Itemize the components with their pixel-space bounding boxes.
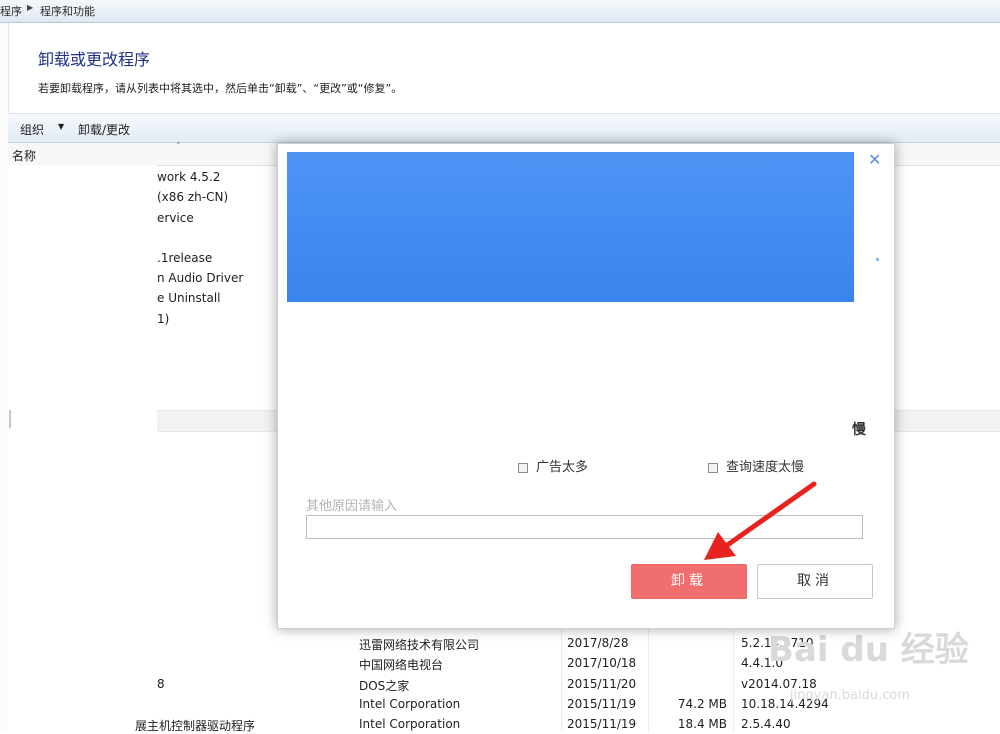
list-left-area — [8, 165, 157, 732]
baidu-watermark-logo: Bai du 经验 — [768, 630, 969, 670]
reason-too-many-ads[interactable]: 广告太多 — [518, 456, 588, 475]
address-bar[interactable]: 程序 ▶ 程序和功能 — [0, 0, 1000, 23]
baidu-watermark-url: jingyan.baidu.com — [790, 688, 910, 703]
banner-dot — [876, 258, 879, 261]
row-install-date: 2017/10/18 — [567, 656, 637, 670]
row-publisher: 迅雷网络技术有限公司 — [359, 638, 480, 652]
cancel-button[interactable]: 取消 — [757, 564, 873, 599]
page-description: 若要卸载程序，请从列表中将其选中，然后单击“卸载”、“更改”或“修复”。 — [38, 82, 403, 95]
command-bar: 组织 ▼ 卸载/更改 — [8, 113, 1000, 143]
breadcrumb-programs[interactable]: 程序 — [0, 3, 22, 19]
row-publisher: Intel Corporation — [359, 717, 461, 731]
reason-label: 广告太多 — [536, 460, 589, 475]
page-title: 卸载或更改程序 — [38, 50, 151, 69]
reason-query-too-slow[interactable]: 查询速度太慢 — [708, 456, 804, 475]
row-publisher: DOS之家 — [359, 679, 410, 693]
list-item-partial[interactable]: .1release — [157, 251, 212, 265]
row-publisher: 中国网络电视台 — [359, 658, 444, 672]
uninstall-feedback-dialog: ✕ 慢 广告太多 查询速度太慢 其他原因请输入 卸载 取消 — [277, 143, 895, 629]
checkbox[interactable] — [708, 462, 718, 473]
other-reason-input[interactable] — [306, 515, 863, 539]
organize-menu-button[interactable]: 组织 — [20, 121, 44, 138]
row-publisher: Intel Corporation — [359, 697, 461, 711]
row-version: 2.5.4.40 — [741, 717, 791, 731]
reason-label: 查询速度太慢 — [726, 460, 805, 475]
reason-partial-text: 慢 — [852, 422, 866, 438]
row-install-date: 2015/11/19 — [567, 717, 637, 731]
chevron-down-icon[interactable]: ▼ — [58, 122, 64, 131]
breadcrumb-separator-icon: ▶ — [27, 3, 34, 12]
uninstall-button[interactable]: 卸载 — [631, 564, 747, 599]
uninstall-change-button[interactable]: 卸载/更改 — [78, 121, 130, 138]
checkbox[interactable] — [518, 462, 528, 473]
row-name: 展主机控制器驱动程序 — [135, 719, 256, 733]
pane-splitter[interactable] — [9, 410, 11, 428]
row-name: 8 — [157, 677, 165, 691]
list-item-partial[interactable]: n Audio Driver — [157, 271, 243, 285]
list-item-partial[interactable]: work 4.5.2 — [157, 170, 220, 184]
row-size: 74.2 MB — [677, 697, 727, 711]
list-item-partial[interactable]: 1) — [157, 312, 169, 326]
row-size: 18.4 MB — [677, 717, 727, 731]
column-header-name[interactable]: 名称 — [12, 147, 36, 164]
list-item-partial[interactable]: ervice — [157, 211, 194, 225]
list-item-partial[interactable]: (x86 zh-CN) — [157, 190, 228, 204]
dialog-banner — [287, 152, 854, 302]
row-install-date: 2017/8/28 — [567, 636, 629, 650]
row-install-date: 2015/11/19 — [567, 697, 637, 711]
row-install-date: 2015/11/20 — [567, 677, 637, 691]
list-item-partial[interactable]: e Uninstall — [157, 291, 221, 305]
other-reason-label: 其他原因请输入 — [306, 499, 398, 514]
table-row[interactable]: 展主机控制器驱动程序 Intel Corporation 2015/11/19 … — [135, 714, 1000, 734]
close-icon[interactable]: ✕ — [868, 150, 881, 169]
sort-ascending-icon: ˄ — [176, 142, 181, 152]
breadcrumb-programs-and-features[interactable]: 程序和功能 — [40, 3, 95, 19]
